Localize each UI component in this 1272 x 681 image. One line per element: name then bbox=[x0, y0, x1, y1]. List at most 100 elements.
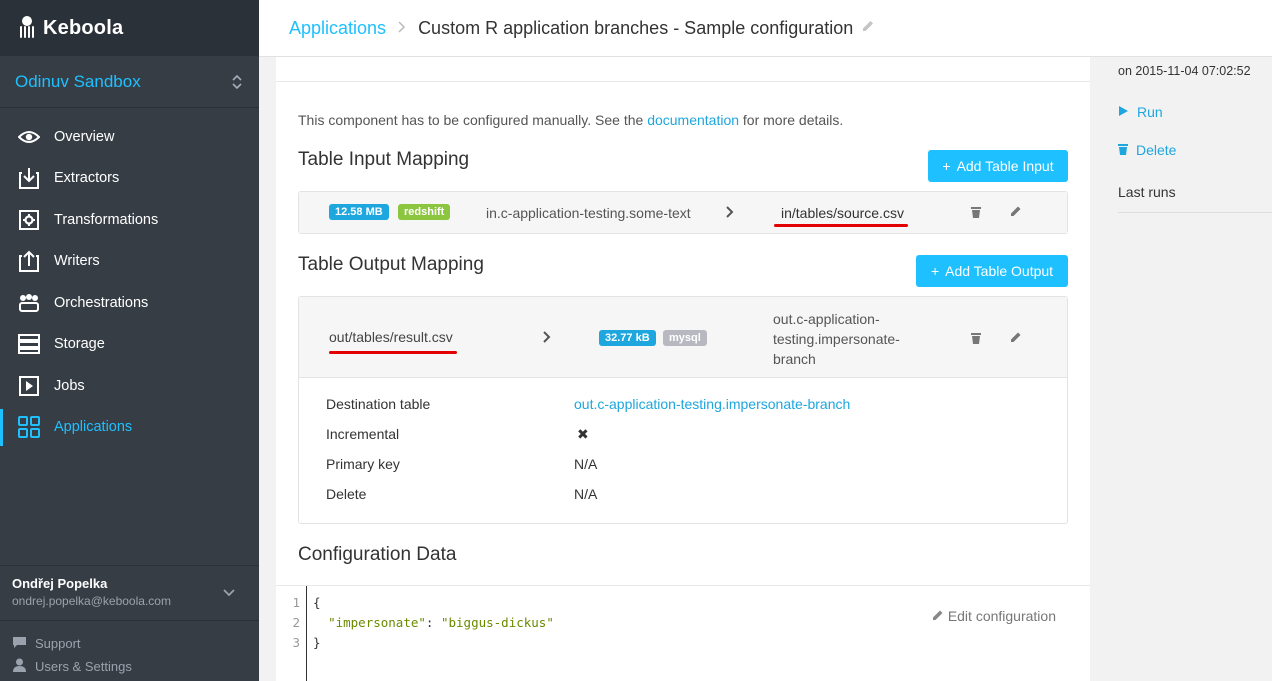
edit-configuration-button[interactable]: Edit configuration bbox=[932, 608, 1056, 624]
destination-line: testing.impersonate- bbox=[773, 331, 900, 347]
destination-line: branch bbox=[773, 351, 816, 367]
configuration-heading: Configuration Data bbox=[298, 544, 457, 565]
sidebar-item-applications[interactable]: Applications bbox=[0, 407, 259, 449]
manual-config-notice: This component has to be configured manu… bbox=[298, 112, 843, 128]
delete-label: Delete bbox=[326, 486, 367, 502]
support-label: Support bbox=[35, 636, 81, 651]
main-content: This component has to be configured manu… bbox=[276, 57, 1090, 681]
size-badge: 32.77 kB bbox=[599, 330, 656, 346]
line-number: 1 bbox=[292, 595, 300, 610]
annotation-underline bbox=[774, 224, 908, 227]
users-settings-link[interactable]: Users & Settings bbox=[12, 655, 132, 678]
pencil-icon bbox=[932, 608, 944, 624]
support-link[interactable]: Support bbox=[12, 632, 132, 655]
sidebar-item-overview[interactable]: Overview bbox=[0, 116, 259, 158]
page-header: Applications Custom R application branch… bbox=[259, 0, 1272, 57]
code-line: { bbox=[313, 595, 321, 610]
right-sidebar: on 2015-11-04 07:02:52 Run Delete Last r… bbox=[1090, 57, 1272, 681]
trash-icon[interactable] bbox=[971, 332, 981, 347]
apps-grid-icon bbox=[18, 416, 40, 439]
sidebar-item-extractors[interactable]: Extractors bbox=[0, 158, 259, 200]
arrow-right-icon bbox=[726, 205, 734, 221]
size-badge: 12.58 MB bbox=[329, 204, 389, 220]
sidebar: Keboola Odinuv Sandbox Overview Extracto… bbox=[0, 0, 259, 681]
user-menu[interactable]: Ondřej Popelka ondrej.popelka@keboola.co… bbox=[0, 565, 259, 621]
users-settings-label: Users & Settings bbox=[35, 659, 132, 674]
input-mapping-row[interactable]: 12.58 MB redshift in.c-application-testi… bbox=[299, 192, 1067, 233]
edit-title-pencil-icon[interactable] bbox=[861, 19, 875, 37]
pencil-icon[interactable] bbox=[1010, 205, 1022, 220]
input-mapping-heading: Table Input Mapping bbox=[298, 149, 470, 170]
eye-icon bbox=[18, 126, 40, 148]
line-number: 2 bbox=[292, 615, 300, 630]
code-line: } bbox=[313, 635, 321, 650]
breadcrumb-separator-icon bbox=[398, 20, 406, 36]
sidebar-item-transformations[interactable]: Transformations bbox=[0, 199, 259, 241]
sidebar-footer: Support Users & Settings bbox=[12, 632, 132, 678]
pencil-icon[interactable] bbox=[1010, 331, 1022, 346]
trash-icon[interactable] bbox=[971, 206, 981, 221]
output-destination-table: out.c-application- testing.impersonate- … bbox=[773, 309, 900, 369]
logo[interactable]: Keboola bbox=[0, 0, 259, 56]
delete-button[interactable]: Delete bbox=[1118, 142, 1176, 158]
top-strip bbox=[276, 57, 1090, 82]
notice-suffix: for more details. bbox=[742, 112, 844, 128]
divider bbox=[1118, 212, 1272, 213]
sidebar-item-label: Extractors bbox=[54, 170, 120, 187]
primary-key-value: N/A bbox=[574, 456, 598, 472]
chevron-down-icon bbox=[223, 586, 235, 600]
notice-prefix: This component has to be configured manu… bbox=[298, 112, 644, 128]
output-mapping-panel: out/tables/result.csv 32.77 kB mysql out… bbox=[298, 296, 1068, 524]
input-mapping-panel: 12.58 MB redshift in.c-application-testi… bbox=[298, 191, 1068, 234]
edit-configuration-label: Edit configuration bbox=[947, 608, 1056, 624]
sidebar-nav: Overview Extractors Transformations Writ… bbox=[0, 108, 259, 448]
json-colon: : bbox=[425, 615, 441, 630]
sidebar-item-storage[interactable]: Storage bbox=[0, 324, 259, 366]
sidebar-item-orchestrations[interactable]: Orchestrations bbox=[0, 282, 259, 324]
page-title: Custom R application branches - Sample c… bbox=[418, 17, 854, 38]
user-email: ondrej.popelka@keboola.com bbox=[12, 594, 171, 608]
sidebar-item-label: Applications bbox=[54, 419, 133, 436]
add-table-output-button[interactable]: + Add Table Output bbox=[916, 255, 1068, 287]
sidebar-item-label: Storage bbox=[54, 336, 105, 353]
orchestration-icon bbox=[18, 292, 40, 314]
backend-badge: mysql bbox=[663, 330, 707, 346]
last-modified-date: on 2015-11-04 07:02:52 bbox=[1118, 64, 1251, 78]
line-number: 3 bbox=[292, 635, 300, 650]
play-icon bbox=[1118, 104, 1129, 120]
trash-icon bbox=[1118, 142, 1128, 158]
sidebar-item-jobs[interactable]: Jobs bbox=[0, 365, 259, 407]
sidebar-item-label: Writers bbox=[54, 253, 100, 270]
delete-value: N/A bbox=[574, 486, 598, 502]
input-source-table: in.c-application-testing.some-text bbox=[486, 205, 691, 221]
configuration-code-editor[interactable]: 1 2 3 { "impersonate": "biggus-dickus" }… bbox=[276, 585, 1090, 681]
run-button[interactable]: Run bbox=[1118, 104, 1163, 120]
destination-table-link[interactable]: out.c-application-testing.impersonate-br… bbox=[574, 396, 850, 412]
storage-icon bbox=[18, 333, 40, 355]
documentation-link[interactable]: documentation bbox=[647, 112, 739, 128]
last-runs-heading: Last runs bbox=[1118, 184, 1176, 200]
plus-icon: + bbox=[930, 263, 940, 279]
gear-icon bbox=[18, 209, 40, 231]
user-icon bbox=[12, 658, 27, 675]
breadcrumb-applications[interactable]: Applications bbox=[289, 18, 386, 39]
annotation-underline bbox=[329, 351, 457, 354]
user-name: Ondřej Popelka bbox=[12, 576, 108, 591]
output-mapping-row[interactable]: out/tables/result.csv 32.77 kB mysql out… bbox=[299, 297, 1067, 378]
output-mapping-heading: Table Output Mapping bbox=[298, 254, 484, 275]
sidebar-item-label: Jobs bbox=[54, 377, 85, 394]
code-lines: { "impersonate": "biggus-dickus" } bbox=[313, 593, 554, 653]
output-source-file: out/tables/result.csv bbox=[329, 329, 453, 345]
add-table-output-label: Add Table Output bbox=[945, 263, 1054, 279]
json-value: "biggus-dickus" bbox=[440, 615, 554, 630]
sidebar-item-writers[interactable]: Writers bbox=[0, 241, 259, 283]
download-icon bbox=[18, 167, 40, 190]
primary-key-label: Primary key bbox=[326, 456, 400, 472]
project-name: Odinuv Sandbox bbox=[15, 71, 141, 91]
add-table-input-button[interactable]: + Add Table Input bbox=[928, 150, 1068, 182]
destination-table-label: Destination table bbox=[326, 396, 431, 412]
incremental-label: Incremental bbox=[326, 426, 400, 442]
json-key: "impersonate" bbox=[328, 615, 426, 630]
project-switcher[interactable]: Odinuv Sandbox bbox=[0, 56, 259, 108]
play-icon bbox=[18, 375, 40, 397]
